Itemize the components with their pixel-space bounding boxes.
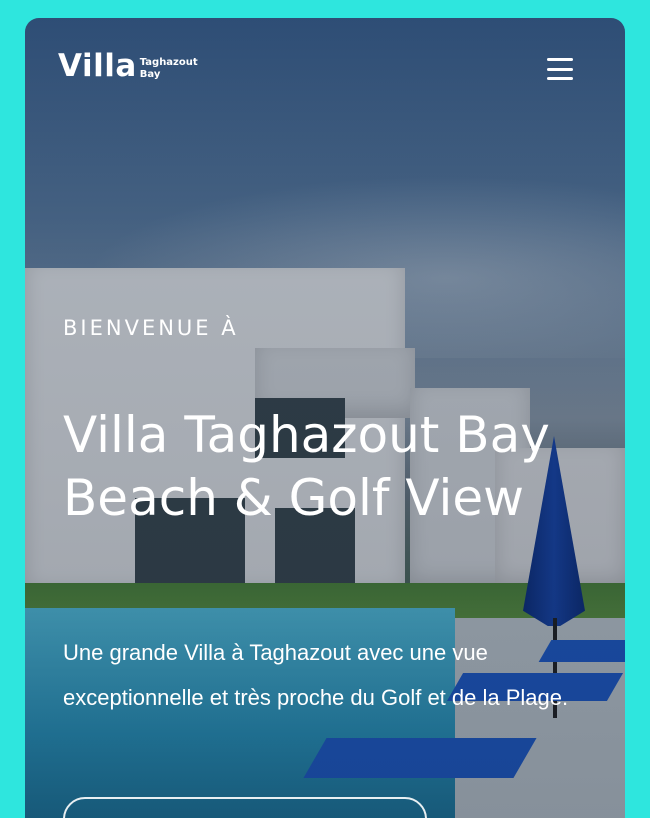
- site-logo[interactable]: Villa Taghazout Bay: [58, 48, 198, 84]
- logo-sub-line-1: Taghazout: [139, 57, 198, 68]
- hero-card: Villa Taghazout Bay BIENVENUE À Villa Ta…: [25, 18, 625, 818]
- hero-eyebrow: BIENVENUE À: [63, 316, 239, 340]
- hero-title: Villa Taghazout Bay Beach & Golf View: [63, 406, 550, 527]
- logo-sub-text: Taghazout Bay: [140, 57, 198, 81]
- logo-main-text: Villa: [58, 48, 137, 84]
- hero-description: Une grande Villa à Taghazout avec une vu…: [63, 640, 569, 710]
- hamburger-menu-icon[interactable]: [543, 56, 577, 82]
- hero-cta-button[interactable]: [63, 797, 427, 818]
- logo-sub-line-2: Bay: [139, 69, 161, 80]
